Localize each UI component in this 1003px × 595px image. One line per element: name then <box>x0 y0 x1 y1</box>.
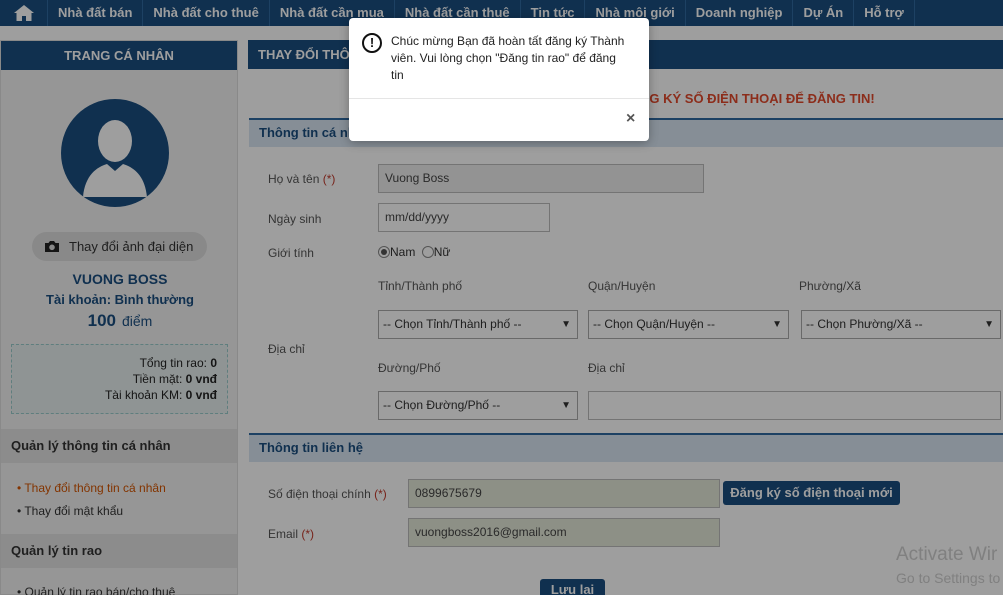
dialog-message: Chúc mừng Bạn đã hoàn tất đăng ký Thành … <box>391 34 625 82</box>
registration-success-dialog: ! Chúc mừng Bạn đã hoàn tất đăng ký Thàn… <box>349 18 649 141</box>
dialog-divider <box>349 98 649 99</box>
info-alert-icon: ! <box>362 33 382 53</box>
close-icon[interactable]: × <box>626 110 635 128</box>
